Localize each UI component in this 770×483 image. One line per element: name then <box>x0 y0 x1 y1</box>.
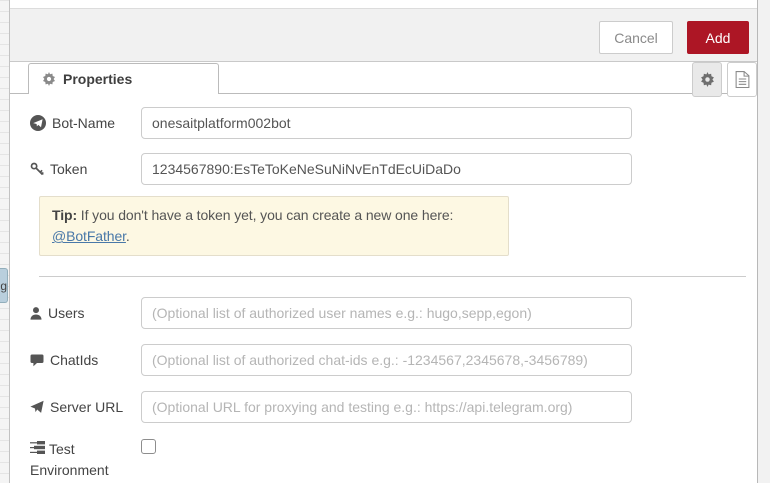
paper-plane-icon <box>30 400 44 414</box>
bot-name-input[interactable] <box>141 107 632 139</box>
workspace-right-edge <box>758 0 770 483</box>
users-row: Users <box>10 297 757 329</box>
description-toggle-button[interactable] <box>727 62 757 97</box>
tray-header: Cancel Add <box>10 8 757 62</box>
server-url-label: Server URL <box>30 391 123 423</box>
test-environment-checkbox[interactable] <box>141 439 156 454</box>
tab-properties[interactable]: Properties <box>28 63 219 94</box>
users-label: Users <box>30 297 85 329</box>
bot-name-label: Bot-Name <box>30 107 115 139</box>
chatids-label: ChatIds <box>30 344 98 376</box>
tab-bar: Properties <box>10 62 757 94</box>
token-input[interactable] <box>141 153 632 185</box>
bot-name-row: Bot-Name <box>10 107 757 139</box>
tip-prefix: Tip: <box>52 207 77 223</box>
server-url-input[interactable] <box>141 391 632 423</box>
document-icon <box>735 71 750 88</box>
token-row: Token <box>10 153 757 185</box>
gear-icon <box>700 72 715 87</box>
token-label: Token <box>30 153 87 185</box>
workspace-left-edge: g <box>0 0 9 483</box>
partial-node[interactable]: g <box>0 268 8 303</box>
gear-icon <box>42 72 56 86</box>
user-icon <box>30 307 42 320</box>
test-environment-row: Test Environment <box>10 437 757 469</box>
chatids-input[interactable] <box>141 344 632 376</box>
tab-properties-label: Properties <box>63 71 132 87</box>
properties-toggle-button[interactable] <box>692 62 722 97</box>
edit-tray: Cancel Add Properties <box>9 0 758 483</box>
section-divider <box>39 276 746 277</box>
cancel-button[interactable]: Cancel <box>599 21 673 54</box>
comment-icon <box>30 354 44 367</box>
tasks-icon <box>30 441 49 454</box>
partial-node-label: g <box>0 279 7 293</box>
token-tip: Tip: If you don't have a token yet, you … <box>39 196 509 256</box>
test-environment-label: Test Environment <box>30 439 130 481</box>
users-input[interactable] <box>141 297 632 329</box>
key-icon <box>30 162 44 176</box>
tip-text: If you don't have a token yet, you can c… <box>77 207 453 223</box>
botfather-link[interactable]: @BotFather <box>52 228 126 244</box>
node-edit-dialog: g Cancel Add Properties <box>0 0 770 483</box>
add-button[interactable]: Add <box>687 21 749 54</box>
tip-suffix: . <box>126 228 130 244</box>
server-url-row: Server URL <box>10 391 757 423</box>
telegram-icon <box>30 115 46 131</box>
properties-form: Bot-Name Token Tip: If you don't have a … <box>10 94 757 483</box>
chatids-row: ChatIds <box>10 344 757 376</box>
